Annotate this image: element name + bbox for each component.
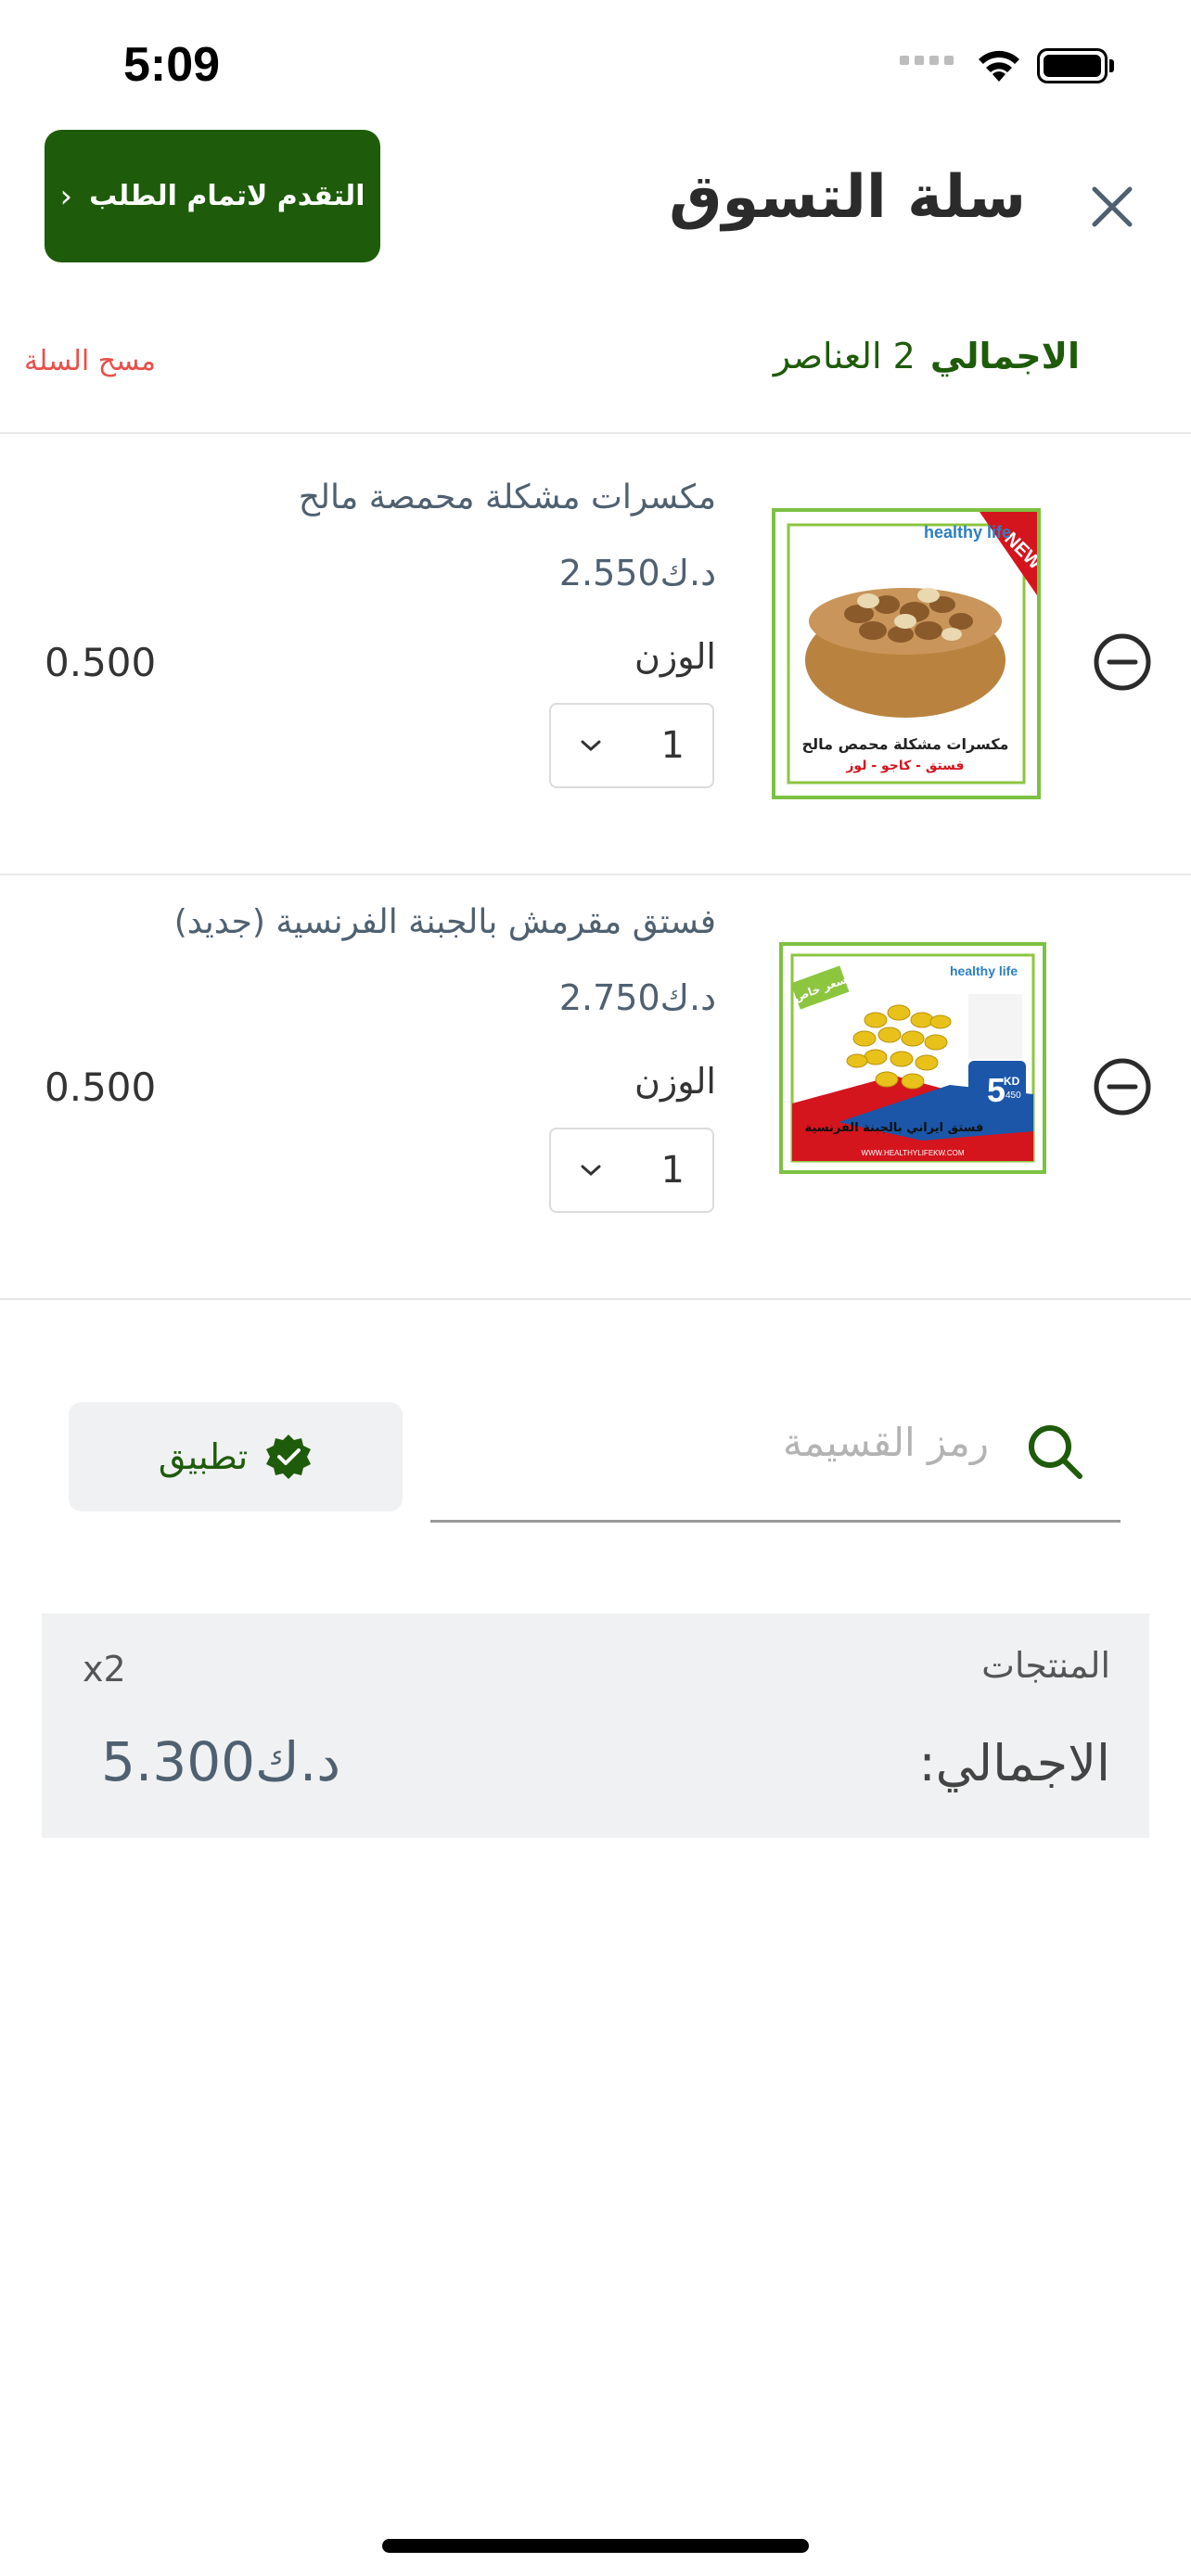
weight-label: الوزن <box>634 1061 716 1102</box>
cart-item: NEW ! healthy life مكسرات مشكلة محمص مال… <box>0 434 1191 874</box>
home-indicator[interactable] <box>382 2539 809 2553</box>
chevron-left-icon: ‹ <box>59 177 73 215</box>
status-time: 5:09 <box>123 38 221 92</box>
product-name[interactable]: فستق مقرمش بالجبنة الفرنسية (جديد) <box>174 903 716 941</box>
divider <box>0 1298 1191 1300</box>
summary-items-count: 2 العناصر <box>773 336 916 376</box>
quantity-select[interactable]: 1 <box>549 703 714 788</box>
product-price: د.ك2.550 <box>558 553 716 593</box>
battery-tip <box>1109 59 1114 72</box>
search-icon <box>1029 1425 1082 1479</box>
cart-item: سعر خاص healthy life 5 KD 450 فستق ايران… <box>0 875 1191 1298</box>
brand-logo: healthy life <box>950 963 1018 978</box>
battery-icon <box>1037 48 1108 83</box>
proceed-to-checkout-button[interactable]: التقدم لاتمام الطلب ‹ <box>45 130 380 262</box>
apply-label: تطبيق <box>158 1436 249 1477</box>
wifi-icon <box>979 50 1019 82</box>
weight-value: 0.500 <box>45 1065 157 1110</box>
image-sublabel: فستق - كاجو - لوز <box>845 759 964 773</box>
price-tag-unit: KD <box>1004 1075 1020 1088</box>
weight-value: 0.500 <box>45 640 157 685</box>
brand-logo: healthy life <box>924 523 1011 542</box>
product-price: د.ك2.750 <box>558 977 716 1018</box>
minus-circle-icon[interactable] <box>1093 1057 1152 1116</box>
products-label: المنتجات <box>981 1645 1110 1686</box>
products-count: x2 <box>83 1649 126 1690</box>
summary-total-label: الاجمالي <box>929 336 1080 376</box>
coupon-input[interactable] <box>467 1419 991 1466</box>
product-image: NEW ! healthy life مكسرات مشكلة محمص مال… <box>772 508 1054 799</box>
cart-summary: الاجمالي 2 العناصر <box>774 336 1080 376</box>
grand-total-label: الاجمالي: <box>918 1734 1110 1792</box>
chevron-down-icon <box>581 1165 601 1177</box>
product-name[interactable]: مكسرات مشكلة محمصة مالح <box>299 478 716 516</box>
checkout-label: التقدم لاتمام الطلب <box>89 180 365 212</box>
grand-total-value: د.ك5.300 <box>101 1730 341 1793</box>
pistachio-illustration: سعر خاص healthy life 5 KD 450 فستق ايران… <box>790 953 1035 1163</box>
quantity-value: 1 <box>660 1149 685 1192</box>
product-image: سعر خاص healthy life 5 KD 450 فستق ايران… <box>779 942 1046 1174</box>
apply-coupon-button[interactable]: تطبيق <box>69 1402 403 1511</box>
close-icon[interactable] <box>1089 184 1135 230</box>
image-label: فستق ايراني بالجبنة الفرنسية <box>805 1121 984 1135</box>
price-tag-weight: 450 <box>1005 1090 1021 1101</box>
image-label: مكسرات مشكلة محمص مالح <box>802 735 1009 753</box>
page-title: سلة التسوق <box>669 163 1026 232</box>
minus-circle-icon[interactable] <box>1093 632 1152 692</box>
mixed-nuts-illustration: NEW ! healthy life مكسرات مشكلة محمص مال… <box>787 512 1054 784</box>
verified-check-icon <box>266 1435 312 1479</box>
quantity-value: 1 <box>660 724 685 767</box>
coupon-field <box>430 1391 1121 1523</box>
image-website: WWW.HEALTHYLIFEKW.COM <box>862 1149 965 1157</box>
quantity-select[interactable]: 1 <box>549 1128 714 1213</box>
chevron-down-icon <box>581 740 601 752</box>
clear-cart-link[interactable]: مسح السلة <box>24 345 156 377</box>
order-totals-panel: المنتجات x2 الاجمالي: د.ك5.300 <box>42 1613 1149 1838</box>
weight-label: الوزن <box>634 636 716 677</box>
cellular-signal-icon <box>900 56 954 65</box>
